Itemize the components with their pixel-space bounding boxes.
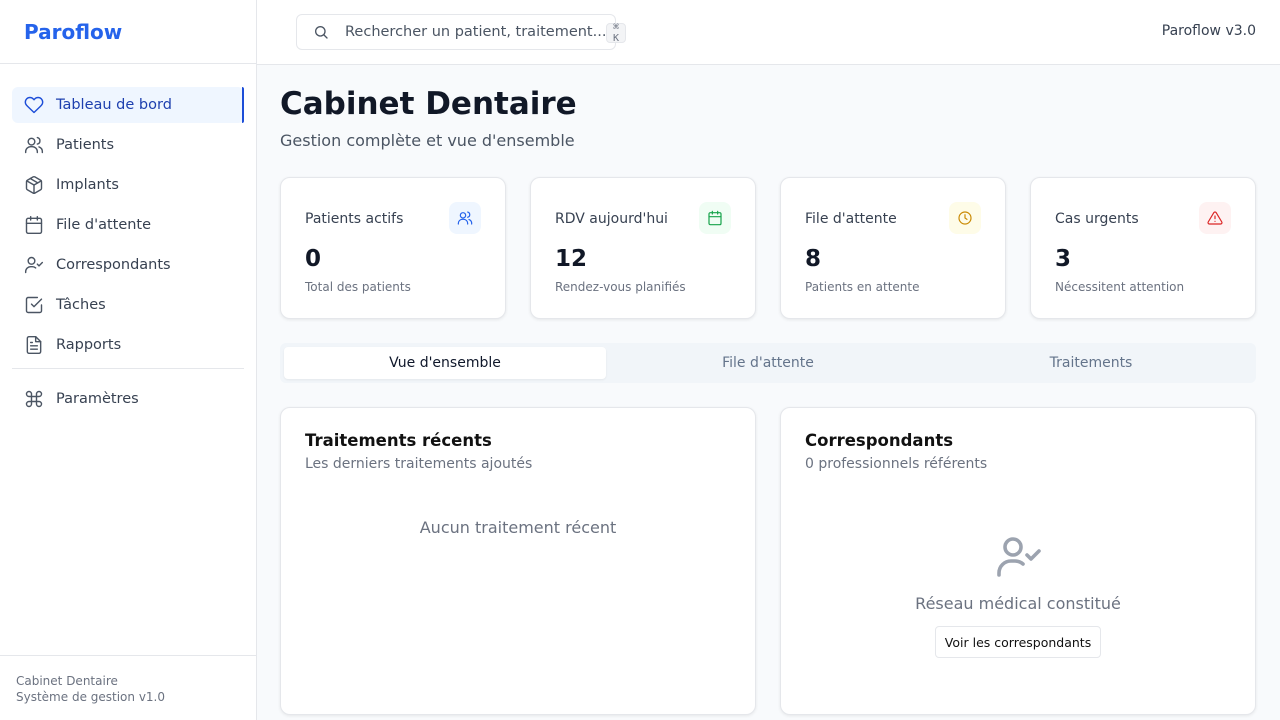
file-text-icon: [24, 335, 44, 355]
sidebar-item-settings[interactable]: Paramètres: [12, 381, 244, 417]
command-icon: [24, 389, 44, 409]
sidebar-item-queue[interactable]: File d'attente: [12, 207, 244, 243]
sidebar-item-label: Paramètres: [56, 391, 139, 407]
sidebar-footer: Cabinet Dentaire Système de gestion v1.0: [0, 655, 256, 720]
package-icon: [24, 175, 44, 195]
search-box[interactable]: ⌘ K: [296, 14, 627, 50]
tab-queue[interactable]: File d'attente: [607, 347, 929, 379]
tab-treatments[interactable]: Traitements: [930, 347, 1252, 379]
sidebar-item-correspondents[interactable]: Correspondants: [12, 247, 244, 283]
stat-value: 0: [305, 246, 322, 272]
brand-logo[interactable]: Paroflow: [0, 0, 256, 64]
tab-bar: Vue d'ensemble File d'attente Traitement…: [280, 343, 1256, 383]
users-icon: [24, 135, 44, 155]
user-check-icon: [24, 255, 44, 275]
clock-icon: [949, 202, 981, 234]
sidebar-item-label: Patients: [56, 137, 115, 153]
sidebar-item-label: File d'attente: [56, 217, 152, 233]
nav-divider: [12, 368, 244, 369]
stat-description: Rendez-vous planifiés: [555, 280, 686, 294]
search-input[interactable]: [337, 15, 607, 49]
sidebar-item-reports[interactable]: Rapports: [12, 327, 244, 363]
sidebar-item-dashboard[interactable]: Tableau de bord: [12, 87, 244, 123]
user-check-icon: [995, 533, 1043, 581]
panel-title: Correspondants: [805, 431, 954, 450]
sidebar-item-tasks[interactable]: Tâches: [12, 287, 244, 323]
stat-description: Total des patients: [305, 280, 411, 294]
sidebar-item-label: Correspondants: [56, 257, 171, 273]
stat-card-queue: File d'attente 8 Patients en attente: [780, 177, 1006, 319]
stat-value: 12: [555, 246, 588, 272]
empty-state-text: Aucun traitement récent: [419, 518, 617, 537]
panel-subtitle: Les derniers traitements ajoutés: [305, 456, 533, 472]
correspondents-panel: Correspondants 0 professionnels référent…: [780, 407, 1256, 715]
stat-label: RDV aujourd'hui: [555, 211, 668, 227]
footer-system-version: Système de gestion v1.0: [16, 690, 165, 704]
stat-value: 8: [805, 246, 822, 272]
stat-label: Patients actifs: [305, 211, 404, 227]
recent-treatments-panel: Traitements récents Les derniers traitem…: [280, 407, 756, 715]
sidebar: Paroflow Tableau de bord Patients Implan…: [0, 0, 257, 720]
stat-description: Nécessitent attention: [1055, 280, 1185, 294]
alert-triangle-icon: [1199, 202, 1231, 234]
sidebar-nav: Tableau de bord Patients Implants File d…: [0, 64, 256, 417]
top-header: ⌘ K Paroflow v3.0: [257, 0, 1280, 65]
users-icon: [449, 202, 481, 234]
stat-card-appointments-today: RDV aujourd'hui 12 Rendez-vous planifiés: [530, 177, 756, 319]
sidebar-item-label: Rapports: [56, 337, 122, 353]
tab-overview[interactable]: Vue d'ensemble: [284, 347, 606, 379]
search-shortcut-hint: ⌘ K: [606, 22, 627, 44]
calendar-icon: [24, 215, 44, 235]
stat-label: Cas urgents: [1055, 211, 1139, 227]
panel-title: Traitements récents: [305, 431, 492, 450]
page-subtitle: Gestion complète et vue d'ensemble: [280, 131, 575, 150]
sidebar-item-implants[interactable]: Implants: [12, 167, 244, 203]
stat-label: File d'attente: [805, 211, 897, 227]
check-square-icon: [24, 295, 44, 315]
heart-icon: [24, 95, 44, 115]
view-correspondents-button[interactable]: Voir les correspondants: [935, 626, 1101, 658]
page-title: Cabinet Dentaire: [280, 86, 577, 122]
stat-card-urgent-cases: Cas urgents 3 Nécessitent attention: [1030, 177, 1256, 319]
calendar-icon: [699, 202, 731, 234]
sidebar-item-label: Implants: [56, 177, 119, 193]
sidebar-item-patients[interactable]: Patients: [12, 127, 244, 163]
panel-subtitle: 0 professionnels référents: [805, 456, 988, 472]
sidebar-item-label: Tableau de bord: [56, 97, 172, 113]
footer-org-name: Cabinet Dentaire: [16, 674, 118, 688]
stat-card-active-patients: Patients actifs 0 Total des patients: [280, 177, 506, 319]
app-version: Paroflow v3.0: [1161, 23, 1256, 39]
search-icon: [313, 24, 331, 42]
sidebar-item-label: Tâches: [56, 297, 106, 313]
stat-description: Patients en attente: [805, 280, 920, 294]
stat-value: 3: [1055, 246, 1072, 272]
empty-state-text: Réseau médical constitué: [915, 594, 1121, 613]
